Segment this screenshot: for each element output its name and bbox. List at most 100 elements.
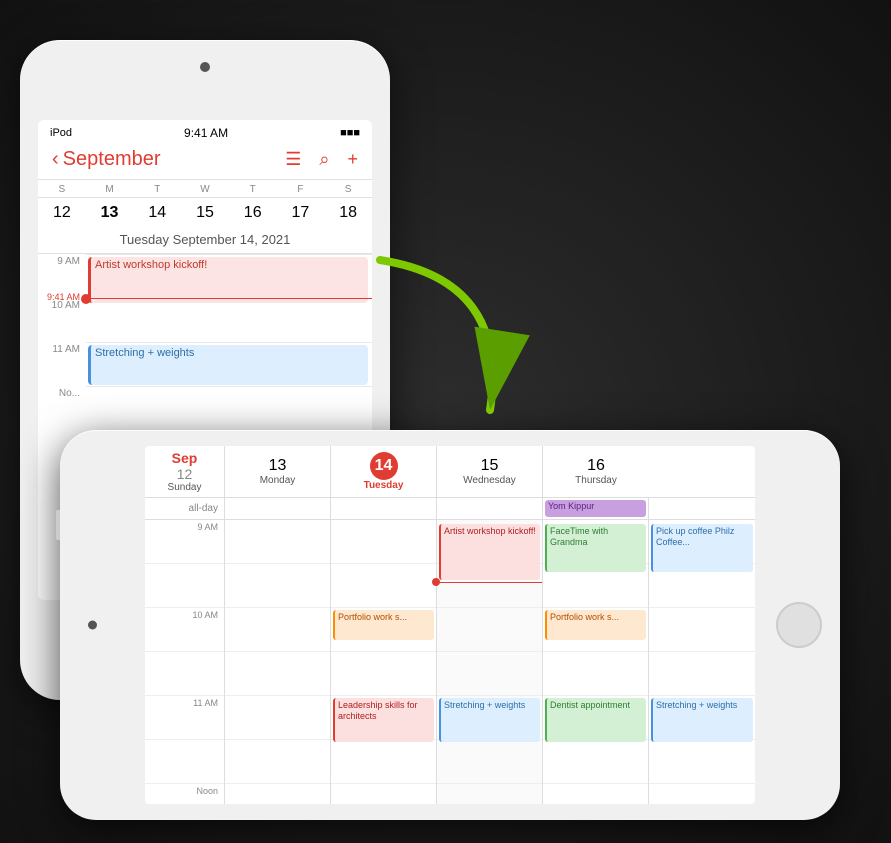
- weekday-tue: T: [133, 184, 181, 195]
- time-10am: 10 AM: [145, 608, 224, 652]
- status-carrier: iPod: [50, 127, 72, 139]
- now-dot-landscape: [432, 578, 440, 586]
- event-wed-portfolio[interactable]: Portfolio work s...: [545, 610, 646, 640]
- land-day-tuesday: Tuesday: [364, 480, 404, 491]
- date-16[interactable]: 16: [229, 202, 277, 224]
- weekday-sun: S: [38, 184, 86, 195]
- slot-sun-4: [225, 652, 330, 696]
- weekday-sat: S: [324, 184, 372, 195]
- land-allday-row: all-day Yom Kippur: [145, 498, 755, 520]
- calendar-header: ‹ September ☰ ⌕ +: [38, 144, 372, 180]
- col-tuesday: Artist workshop kickoff! Stretching + we…: [437, 520, 543, 804]
- event-wed-facetime[interactable]: FaceTime with Grandma: [545, 524, 646, 572]
- land-day-sunday: Sunday: [168, 482, 202, 493]
- event-thu-stretching[interactable]: Stretching + weights: [651, 698, 753, 742]
- land-date-16: 16: [587, 457, 605, 475]
- slot-wed-7: [543, 784, 648, 804]
- land-col-sep: Sep 12 Sunday: [145, 446, 225, 497]
- time-11am: 11 AM: [145, 696, 224, 740]
- time-noon: Noon: [145, 784, 224, 804]
- date-17[interactable]: 17: [277, 202, 325, 224]
- slot-wed-4: [543, 652, 648, 696]
- time-row-11am: 11 AM Stretching + weights: [38, 342, 372, 386]
- weekday-mon: M: [86, 184, 134, 195]
- date-18[interactable]: 18: [324, 202, 372, 224]
- home-button-landscape[interactable]: [776, 602, 822, 648]
- slot-thu-7: [649, 784, 755, 804]
- status-bar: iPod 9:41 AM ■■■: [38, 120, 372, 144]
- date-14[interactable]: 14: [133, 202, 181, 224]
- add-icon[interactable]: +: [347, 149, 358, 170]
- time-line-9am: Artist workshop kickoff!: [86, 254, 372, 298]
- slot-sun-2: [225, 564, 330, 608]
- selected-date-label: Tuesday September 14, 2021: [38, 228, 372, 254]
- slot-tue-4: [437, 652, 542, 696]
- now-line-landscape: [437, 582, 542, 583]
- event-wed-dentist[interactable]: Dentist appointment: [545, 698, 646, 742]
- slot-tue-3: [437, 608, 542, 652]
- status-time: 9:41 AM: [184, 126, 228, 140]
- camera-portrait: [200, 62, 210, 72]
- event-yom-kippur[interactable]: Yom Kippur: [545, 500, 646, 517]
- land-day-thursday: Thursday: [575, 475, 617, 486]
- allday-tue: [437, 498, 543, 519]
- status-battery: ■■■: [340, 127, 360, 139]
- land-month-label: Sep: [172, 450, 198, 466]
- weekday-wed: W: [181, 184, 229, 195]
- event-thu-coffee[interactable]: Pick up coffee Philz Coffee...: [651, 524, 753, 572]
- time-row-noon: No...: [38, 386, 372, 430]
- time-line-11am: Stretching + weights: [86, 342, 372, 386]
- time-row-10am: 10 AM: [38, 298, 372, 342]
- landscape-screen: Sep 12 Sunday 13 Monday 14 Tuesday 15 W: [145, 446, 755, 804]
- event-tue-artist[interactable]: Artist workshop kickoff!: [439, 524, 540, 580]
- allday-thu: [649, 498, 755, 519]
- slot-wed-6: [543, 740, 648, 784]
- month-nav[interactable]: ‹ September: [52, 148, 161, 171]
- slot-thu-4: [649, 652, 755, 696]
- landscape-calendar: Sep 12 Sunday 13 Monday 14 Tuesday 15 W: [145, 446, 755, 804]
- slot-sun-3: [225, 608, 330, 652]
- land-day-wednesday: Wednesday: [463, 475, 516, 486]
- event-tue-stretching[interactable]: Stretching + weights: [439, 698, 540, 742]
- slot-tue-7: [437, 784, 542, 804]
- list-icon[interactable]: ☰: [285, 149, 301, 170]
- land-col-15[interactable]: 15 Wednesday: [437, 446, 543, 497]
- slot-mon-1: [331, 520, 436, 564]
- slot-mon-4: [331, 652, 436, 696]
- slot-sun-6: [225, 740, 330, 784]
- slot-tue-6: [437, 740, 542, 784]
- time-label-noon: No...: [38, 386, 86, 430]
- event-mon-leadership[interactable]: Leadership skills for architects: [333, 698, 434, 742]
- side-button[interactable]: [56, 510, 60, 540]
- date-12[interactable]: 12: [38, 202, 86, 224]
- back-chevron-icon[interactable]: ‹: [52, 148, 59, 171]
- date-15[interactable]: 15: [181, 202, 229, 224]
- col-wednesday: FaceTime with Grandma Portfolio work s..…: [543, 520, 649, 804]
- land-col-13[interactable]: 13 Monday: [225, 446, 331, 497]
- time-1030: [145, 652, 224, 696]
- slot-thu-3: [649, 608, 755, 652]
- allday-sun: [225, 498, 331, 519]
- land-date-12: 12: [177, 466, 193, 482]
- land-col-16[interactable]: 16 Thursday: [543, 446, 649, 497]
- arrow-indicator: [350, 240, 530, 440]
- dates-row: 12 13 14 15 16 17 18: [38, 198, 372, 228]
- land-day-monday: Monday: [260, 475, 296, 486]
- slot-sun-5: [225, 696, 330, 740]
- event-artist-workshop[interactable]: Artist workshop kickoff!: [88, 257, 368, 303]
- event-stretching[interactable]: Stretching + weights: [88, 345, 368, 385]
- date-13[interactable]: 13: [86, 202, 134, 224]
- weekdays-row: S M T W T F S: [38, 180, 372, 198]
- slot-sun-1: [225, 520, 330, 564]
- now-dot: [81, 294, 91, 304]
- slot-sun-7: [225, 784, 330, 804]
- time-label-10am: 10 AM: [38, 298, 86, 342]
- now-line: [86, 298, 372, 299]
- land-date-13: 13: [269, 457, 287, 475]
- header-icons: ☰ ⌕ +: [285, 149, 358, 170]
- col-thursday: Pick up coffee Philz Coffee... Stretchin…: [649, 520, 755, 804]
- search-icon[interactable]: ⌕: [319, 149, 329, 170]
- event-mon-portfolio[interactable]: Portfolio work s...: [333, 610, 434, 640]
- land-col-14[interactable]: 14 Tuesday: [331, 446, 437, 497]
- slot-mon-7: [331, 784, 436, 804]
